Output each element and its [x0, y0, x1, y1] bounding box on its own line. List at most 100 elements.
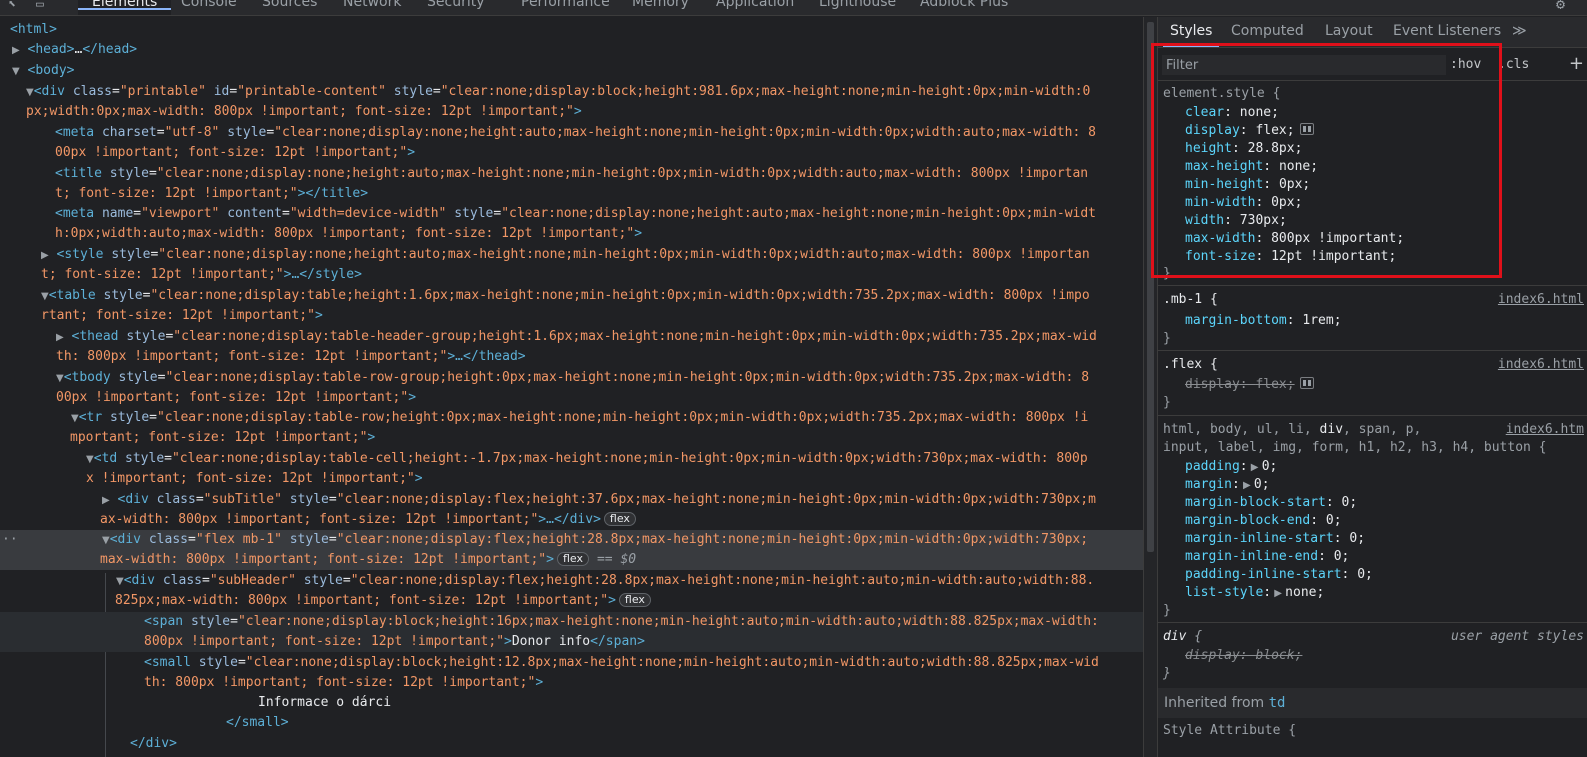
inspect-element-icon[interactable]: ⬉ — [8, 0, 16, 12]
dom-tree-scrollbar[interactable] — [1147, 22, 1154, 552]
dom-node-wrap: max-width: 800px !important; font-size: … — [0, 550, 1143, 570]
tab-performance[interactable]: Performance — [521, 0, 610, 10]
elements-dom-tree: <html> ▶ <head>…</head> ▼ <body> ▼<div c… — [0, 17, 1143, 757]
tab-layout[interactable]: Layout — [1325, 23, 1373, 39]
flex-badge[interactable]: flex — [603, 512, 636, 526]
flex-selector: .flex {index6.html — [1163, 356, 1584, 374]
tab-network[interactable]: Network — [343, 0, 401, 10]
dom-node-small[interactable]: <small style="clear:none;display:block;h… — [0, 653, 1143, 673]
tab-sources[interactable]: Sources — [262, 0, 317, 10]
expand-shorthand-icon[interactable]: ▶ — [1271, 588, 1285, 599]
dom-node-tr[interactable]: ▼<tr style="clear:none;display:table-row… — [0, 408, 1143, 428]
css-prop-min-height[interactable]: min-height: 0px; — [1158, 176, 1587, 194]
dom-node-subheader-div[interactable]: ▼<div class="subHeader" style="clear:non… — [0, 571, 1143, 591]
collapse-arrow-icon[interactable]: ▼ — [0, 66, 20, 77]
flex-badge[interactable]: flex — [618, 593, 651, 607]
dom-node-tbody[interactable]: ▼<tbody style="clear:none;display:table-… — [0, 368, 1143, 388]
css-prop-clear[interactable]: clear: none; — [1158, 104, 1587, 122]
element-style-selector: element.style { — [1163, 86, 1281, 101]
styles-pane: Styles Computed Layout Event Listeners ≫… — [1157, 17, 1587, 757]
css-prop-margin-inline-end[interactable]: margin-inline-end: 0; — [1158, 548, 1587, 566]
css-prop-margin-bottom[interactable]: margin-bottom: 1rem; — [1158, 312, 1587, 330]
dom-node-meta-viewport[interactable]: <meta name="viewport" content="width=dev… — [0, 204, 1143, 224]
rule-separator — [1158, 350, 1587, 351]
collapse-arrow-icon[interactable]: ▼ — [0, 413, 79, 424]
flexbox-editor-icon[interactable] — [1299, 377, 1314, 389]
dom-node-head[interactable]: ▶ <head>…</head> — [0, 40, 1143, 60]
css-prop-margin[interactable]: margin: ▶ 0; — [1158, 476, 1587, 494]
tab-console[interactable]: Console — [181, 0, 237, 10]
tab-security[interactable]: Security — [427, 0, 485, 10]
dom-node-html[interactable]: <html> — [0, 20, 1143, 40]
css-prop-margin-inline-start[interactable]: margin-inline-start: 0; — [1158, 530, 1587, 548]
dom-node-title[interactable]: <title style="clear:none;display:none;he… — [0, 164, 1143, 184]
dom-node-thead[interactable]: ▶ <thead style="clear:none;display:table… — [0, 327, 1143, 347]
dom-node-wrap: th: 800px !important; font-size: 12pt !i… — [144, 675, 544, 690]
css-prop-display[interactable]: display: flex; — [1158, 122, 1587, 140]
settings-gear-icon[interactable]: ⚙ — [1556, 0, 1565, 13]
tab-elements[interactable]: Elements — [78, 0, 172, 15]
rule-separator — [1158, 415, 1587, 416]
css-prop-width[interactable]: width: 730px; — [1158, 212, 1587, 230]
dom-node-td[interactable]: ▼<td style="clear:none;display:table-cel… — [0, 449, 1143, 469]
dom-node-small-close[interactable]: </small> — [0, 713, 1143, 733]
collapse-arrow-icon[interactable]: ▼ — [0, 454, 94, 465]
stylesheet-link[interactable]: index6.htm — [1506, 421, 1584, 439]
dom-node-body[interactable]: ▼ <body> — [0, 61, 1143, 81]
expand-arrow-icon[interactable]: ▶ — [0, 332, 64, 343]
dom-node-wrap: ax-width: 800px !important; font-size: 1… — [0, 510, 1143, 530]
device-toolbar-icon[interactable]: ▭ — [36, 0, 44, 12]
tab-lighthouse[interactable]: Lighthouse — [819, 0, 896, 10]
dom-node-style[interactable]: ▶ <style style="clear:none;display:none;… — [0, 245, 1143, 265]
css-prop-display-ua[interactable]: display: block; — [1158, 647, 1587, 665]
more-tabs-icon[interactable]: ≫ — [1512, 23, 1527, 39]
tab-application[interactable]: Application — [716, 0, 794, 10]
collapse-arrow-icon[interactable]: ▼ — [0, 87, 34, 98]
tab-memory[interactable]: Memory — [632, 0, 689, 10]
flex-badge[interactable]: flex — [556, 552, 589, 566]
tab-adblock-plus[interactable]: Adblock Plus — [920, 0, 1008, 10]
hov-toggle[interactable]: :hov — [1450, 57, 1481, 72]
console-ref: == $0 — [596, 552, 637, 567]
css-prop-margin-block-end[interactable]: margin-block-end: 0; — [1158, 512, 1587, 530]
rule-separator — [1158, 285, 1587, 286]
dom-node-meta-charset[interactable]: <meta charset="utf-8" style="clear:none;… — [0, 123, 1143, 143]
dom-node-span[interactable]: <span style="clear:none;display:block;he… — [0, 612, 1143, 632]
css-prop-max-height[interactable]: max-height: none; — [1158, 158, 1587, 176]
css-prop-padding-inline-start[interactable]: padding-inline-start: 0; — [1158, 566, 1587, 584]
rule-close-brace: } — [1163, 266, 1171, 281]
flexbox-editor-icon[interactable] — [1299, 123, 1314, 135]
collapse-arrow-icon[interactable]: ▼ — [0, 291, 49, 302]
dom-node-subtitle-div[interactable]: ▶ <div class="subTitle" style="clear:non… — [0, 490, 1143, 510]
css-prop-list-style[interactable]: list-style: ▶ none; — [1158, 584, 1587, 602]
collapse-arrow-icon[interactable]: ▼ — [0, 373, 64, 384]
inherited-td-link[interactable]: td — [1269, 695, 1286, 711]
css-prop-max-width[interactable]: max-width: 800px !important; — [1158, 230, 1587, 248]
dom-text-node[interactable]: Informace o dárci — [0, 693, 1143, 713]
tab-styles[interactable]: Styles — [1162, 23, 1221, 47]
css-prop-margin-block-start[interactable]: margin-block-start: 0; — [1158, 494, 1587, 512]
css-prop-display-overridden[interactable]: display: flex; — [1158, 376, 1587, 394]
dom-node-table[interactable]: ▼<table style="clear:none;display:table;… — [0, 286, 1143, 306]
expand-shorthand-icon[interactable]: ▶ — [1240, 480, 1254, 491]
styles-filter-bar: :hov .cls + — [1158, 49, 1587, 81]
expand-arrow-icon[interactable]: ▶ — [0, 250, 49, 261]
dom-node-div-close[interactable]: </div> — [0, 734, 1143, 754]
styles-filter-input[interactable] — [1162, 55, 1446, 75]
expand-shorthand-icon[interactable]: ▶ — [1248, 462, 1262, 473]
new-style-rule-icon[interactable]: + — [1569, 53, 1584, 74]
css-prop-font-size[interactable]: font-size: 12pt !important; — [1158, 248, 1587, 266]
expand-arrow-icon[interactable]: ▶ — [0, 45, 20, 56]
cls-toggle[interactable]: .cls — [1498, 57, 1529, 72]
css-prop-padding[interactable]: padding: ▶ 0; — [1158, 458, 1587, 476]
css-prop-height[interactable]: height: 28.8px; — [1158, 140, 1587, 158]
expand-arrow-icon[interactable]: ▶ — [0, 495, 110, 506]
dom-node-printable-div[interactable]: ▼<div class="printable" id="printable-co… — [0, 82, 1143, 102]
dom-node-selected-flex-mb-1[interactable]: ·· ▼<div class="flex mb-1" style="clear:n… — [0, 530, 1143, 550]
css-prop-min-width[interactable]: min-width: 0px; — [1158, 194, 1587, 212]
tab-event-listeners[interactable]: Event Listeners — [1393, 23, 1501, 39]
stylesheet-link[interactable]: index6.html — [1498, 291, 1584, 309]
stylesheet-link[interactable]: index6.html — [1498, 356, 1584, 374]
collapse-arrow-icon[interactable]: ▼ — [0, 576, 124, 587]
tab-computed[interactable]: Computed — [1231, 23, 1304, 39]
